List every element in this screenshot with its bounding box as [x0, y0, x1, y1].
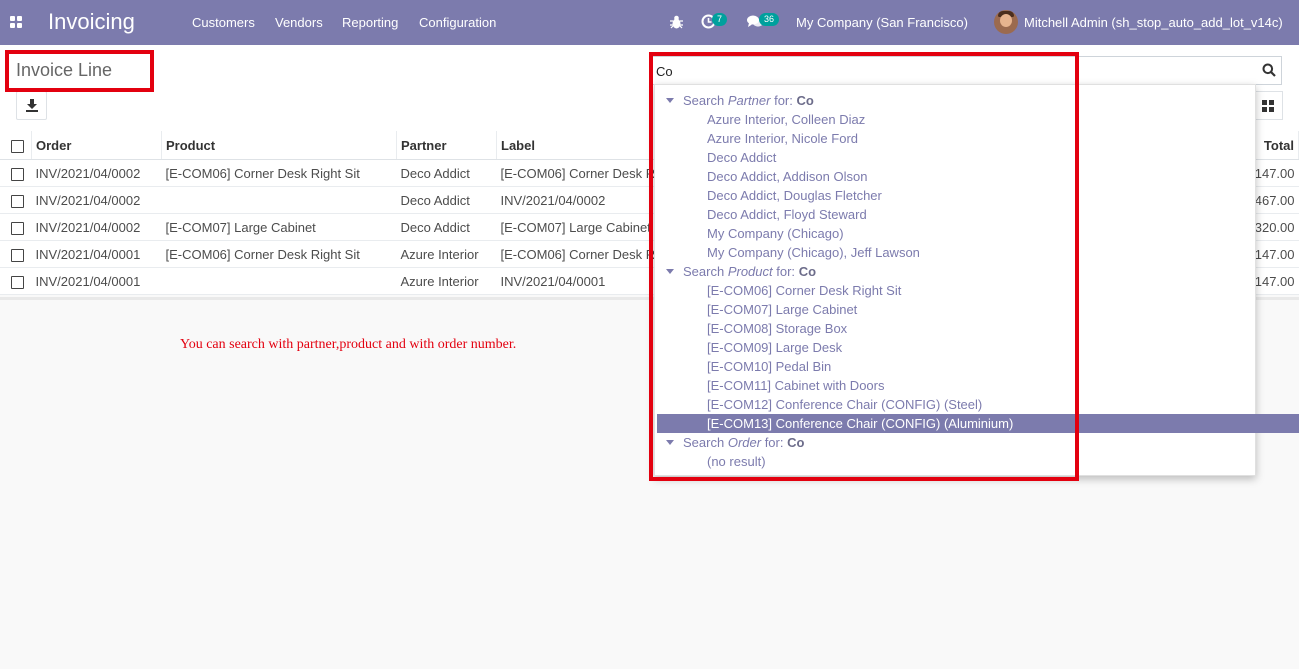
- cell-product: [E-COM07] Large Cabinet: [161, 213, 397, 241]
- dropdown-item[interactable]: [E-COM08] Storage Box: [657, 319, 1299, 338]
- for-label: for:: [764, 435, 784, 450]
- search-product-option[interactable]: Search Product for: Co: [657, 262, 1283, 281]
- annotation-note: You can search with partner,product and …: [180, 337, 517, 352]
- dropdown-item[interactable]: [E-COM10] Pedal Bin: [657, 357, 1299, 376]
- dropdown-item-no-result: (no result): [707, 454, 766, 469]
- row-checkbox[interactable]: [11, 275, 24, 289]
- user-avatar[interactable]: [994, 10, 1018, 34]
- messages-count-badge: 36: [759, 13, 780, 26]
- query-text: Co: [798, 264, 817, 279]
- activity-count-badge: 7: [712, 13, 728, 26]
- field-name: Order: [727, 435, 762, 450]
- cell-order: INV/2021/04/0001: [31, 240, 162, 268]
- cell-partner: Deco Addict: [396, 159, 497, 187]
- dropdown-item[interactable]: [E-COM07] Large Cabinet: [657, 300, 1299, 319]
- export-download-button[interactable]: [16, 91, 47, 120]
- column-order[interactable]: Order: [31, 131, 162, 160]
- search-input[interactable]: Co: [656, 64, 673, 79]
- cell-partner: Azure Interior: [396, 240, 497, 268]
- select-all-cell: [0, 131, 32, 160]
- select-all-checkbox[interactable]: [11, 139, 24, 153]
- row-checkbox[interactable]: [11, 248, 24, 262]
- cell-order: INV/2021/04/0002: [31, 213, 162, 241]
- cell-order: INV/2021/04/0001: [31, 267, 162, 295]
- cell-order: INV/2021/04/0002: [31, 159, 162, 187]
- query-text: Co: [796, 93, 814, 108]
- column-partner[interactable]: Partner: [396, 131, 497, 160]
- download-icon: [26, 99, 38, 112]
- cell-product: [161, 186, 397, 214]
- dropdown-item[interactable]: My Company (Chicago): [657, 224, 1299, 243]
- search-icon[interactable]: [1262, 63, 1276, 77]
- dropdown-item[interactable]: [E-COM12] Conference Chair (CONFIG) (Ste…: [657, 395, 1299, 414]
- row-checkbox[interactable]: [11, 194, 24, 208]
- debug-bug-icon[interactable]: [670, 15, 683, 32]
- search-bar[interactable]: Co: [651, 56, 1282, 85]
- cell-product: [E-COM06] Corner Desk Right Sit: [161, 159, 397, 187]
- app-title[interactable]: Invoicing: [48, 9, 135, 35]
- dropdown-item[interactable]: Azure Interior, Colleen Diaz: [657, 110, 1299, 129]
- search-autocomplete-dropdown: Search Partner for: Co Azure Interior, C…: [654, 84, 1299, 476]
- search-prefix: Search: [683, 264, 725, 279]
- menu-reporting[interactable]: Reporting: [342, 15, 398, 30]
- dropdown-item[interactable]: Deco Addict, Douglas Fletcher: [657, 186, 1299, 205]
- cell-order: INV/2021/04/0002: [31, 186, 162, 214]
- row-checkbox[interactable]: [11, 221, 24, 235]
- caret-down-icon: [666, 269, 674, 274]
- dropdown-item[interactable]: Azure Interior, Nicole Ford: [657, 129, 1299, 148]
- cell-product: [E-COM06] Corner Desk Right Sit: [161, 240, 397, 268]
- apps-menu-icon[interactable]: [10, 16, 22, 28]
- dropdown-item-active[interactable]: [E-COM13] Conference Chair (CONFIG) (Alu…: [657, 414, 1299, 433]
- dropdown-item[interactable]: Deco Addict, Floyd Steward: [657, 205, 1299, 224]
- menu-customers[interactable]: Customers: [192, 15, 255, 30]
- dropdown-item[interactable]: Deco Addict: [657, 148, 1299, 167]
- company-switcher[interactable]: My Company (San Francisco): [796, 15, 968, 30]
- top-navbar: Invoicing Customers Vendors Reporting Co…: [0, 0, 1299, 45]
- cell-partner: Azure Interior: [396, 267, 497, 295]
- menu-vendors[interactable]: Vendors: [275, 15, 323, 30]
- cell-partner: Deco Addict: [396, 213, 497, 241]
- search-order-option[interactable]: Search Order for: Co: [657, 433, 1283, 452]
- breadcrumb-title: Invoice Line: [16, 60, 113, 80]
- cell-product: [161, 267, 397, 295]
- caret-down-icon: [666, 440, 674, 445]
- dropdown-item[interactable]: [E-COM11] Cabinet with Doors: [657, 376, 1299, 395]
- row-checkbox[interactable]: [11, 167, 24, 181]
- search-prefix: Search: [683, 93, 725, 108]
- menu-configuration[interactable]: Configuration: [419, 15, 496, 30]
- caret-down-icon: [666, 98, 674, 103]
- dropdown-item[interactable]: My Company (Chicago), Jeff Lawson: [657, 243, 1299, 262]
- for-label: for:: [774, 93, 793, 108]
- column-product[interactable]: Product: [161, 131, 397, 160]
- search-prefix: Search: [683, 435, 725, 450]
- dropdown-item[interactable]: [E-COM06] Corner Desk Right Sit: [657, 281, 1299, 300]
- dropdown-item[interactable]: [E-COM09] Large Desk: [657, 338, 1299, 357]
- field-name: Product: [727, 264, 773, 279]
- query-text: Co: [787, 435, 805, 450]
- search-partner-option[interactable]: Search Partner for: Co: [657, 91, 1283, 110]
- cell-partner: Deco Addict: [396, 186, 497, 214]
- user-menu[interactable]: Mitchell Admin (sh_stop_auto_add_lot_v14…: [1024, 15, 1283, 30]
- for-label: for:: [776, 264, 796, 279]
- field-name: Partner: [727, 93, 771, 108]
- dropdown-item[interactable]: Deco Addict, Addison Olson: [657, 167, 1299, 186]
